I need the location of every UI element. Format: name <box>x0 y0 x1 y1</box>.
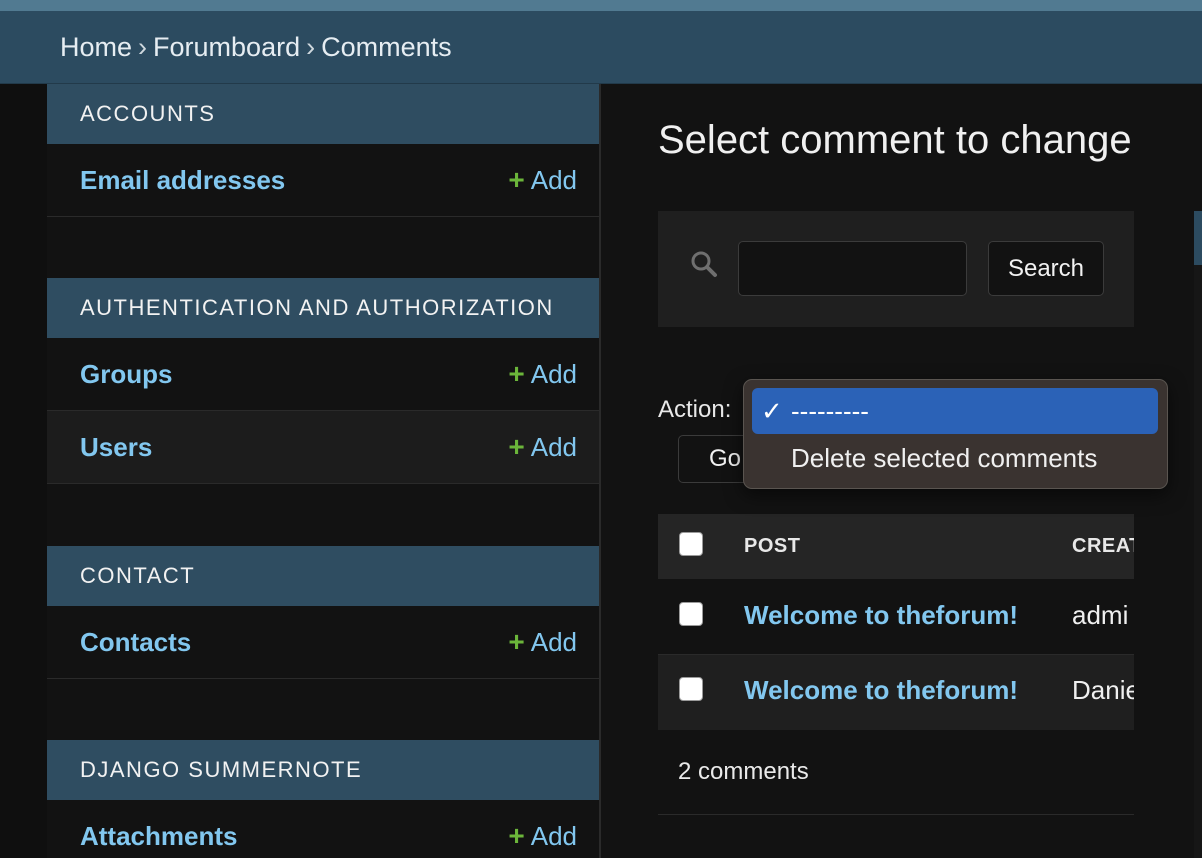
breadcrumb-forumboard[interactable]: Forumboard <box>153 32 300 62</box>
breadcrumb-separator: › <box>138 32 148 62</box>
row-checkbox[interactable] <box>679 677 703 701</box>
sidebar-nav: ACCOUNTS Email addresses + Add AUTHENTICA… <box>47 84 601 858</box>
module-header[interactable]: AUTHENTICATION AND AUTHORIZATION <box>47 278 599 338</box>
module-authentication: AUTHENTICATION AND AUTHORIZATION Groups … <box>47 278 599 484</box>
plus-icon: + <box>508 164 525 195</box>
created-cell: Danie <box>1072 675 1134 705</box>
add-label: Add <box>530 821 577 851</box>
add-contact-link[interactable]: + Add <box>508 606 577 678</box>
module-header[interactable]: ACCOUNTS <box>47 84 599 144</box>
plus-icon: + <box>508 358 525 389</box>
module-header[interactable]: CONTACT <box>47 546 599 606</box>
action-option-label: Delete selected comments <box>791 443 1098 473</box>
breadcrumb: Home › Forumboard › Comments <box>0 11 1202 84</box>
column-header-post[interactable]: POST <box>744 514 800 579</box>
sidebar-item-label[interactable]: Users <box>80 411 152 483</box>
action-option-blank[interactable]: ✓ --------- <box>752 388 1158 434</box>
add-user-link[interactable]: + Add <box>508 411 577 483</box>
sidebar-item-email-addresses: Email addresses + Add <box>47 144 599 217</box>
created-cell: admi <box>1072 600 1129 630</box>
checkmark-icon: ✓ <box>761 396 783 426</box>
row-checkbox[interactable] <box>679 602 703 626</box>
sidebar-item-contacts: Contacts + Add <box>47 606 599 679</box>
sidebar-item-label[interactable]: Email addresses <box>80 144 285 216</box>
action-option-delete[interactable]: Delete selected comments <box>752 435 1158 481</box>
top-strip <box>0 0 1202 11</box>
table-header: POST CREAT <box>658 514 1134 579</box>
add-email-address-link[interactable]: + Add <box>508 144 577 216</box>
breadcrumb-home[interactable]: Home <box>60 32 132 62</box>
sidebar-toggle-gutter[interactable] <box>0 84 48 858</box>
table-row: Welcome to theforum! admi <box>658 579 1134 655</box>
column-header-created[interactable]: CREAT <box>1072 514 1134 579</box>
plus-icon: + <box>508 626 525 657</box>
search-icon <box>690 250 718 278</box>
add-label: Add <box>530 165 577 195</box>
page-title: Select comment to change <box>658 118 1132 162</box>
module-django-summernote: DJANGO SUMMERNOTE Attachments + Add <box>47 740 599 858</box>
right-panel-edge <box>1194 265 1202 858</box>
table-row: Welcome to theforum! Danie <box>658 655 1134 730</box>
post-link[interactable]: Welcome to theforum! <box>744 675 1018 706</box>
breadcrumb-current: Comments <box>321 32 452 62</box>
add-label: Add <box>530 627 577 657</box>
action-label: Action: <box>658 396 732 423</box>
plus-icon: + <box>508 431 525 462</box>
module-contact: CONTACT Contacts + Add <box>47 546 599 679</box>
sidebar-item-label[interactable]: Attachments <box>80 800 237 858</box>
divider <box>658 814 1134 815</box>
add-attachment-link[interactable]: + Add <box>508 800 577 858</box>
result-count: 2 comments <box>678 758 809 785</box>
module-header[interactable]: DJANGO SUMMERNOTE <box>47 740 599 800</box>
action-option-label: --------- <box>791 396 869 426</box>
post-link[interactable]: Welcome to theforum! <box>744 600 1018 631</box>
sidebar-item-groups: Groups + Add <box>47 338 599 411</box>
add-group-link[interactable]: + Add <box>508 338 577 410</box>
sidebar-item-label[interactable]: Contacts <box>80 606 191 678</box>
right-panel-edge <box>1194 211 1202 265</box>
add-label: Add <box>530 359 577 389</box>
results-table: POST CREAT Welcome to theforum! admi Wel… <box>658 514 1134 730</box>
search-button[interactable]: Search <box>988 241 1104 296</box>
breadcrumb-separator: › <box>306 32 316 62</box>
module-accounts: ACCOUNTS Email addresses + Add <box>47 84 599 217</box>
add-label: Add <box>530 432 577 462</box>
search-input[interactable] <box>738 241 967 296</box>
sidebar-item-label[interactable]: Groups <box>80 338 172 410</box>
sidebar-item-users: Users + Add <box>47 411 599 484</box>
plus-icon: + <box>508 820 525 851</box>
sidebar-item-attachments: Attachments + Add <box>47 800 599 858</box>
select-all-checkbox[interactable] <box>679 532 703 556</box>
action-dropdown-menu[interactable]: ✓ --------- Delete selected comments <box>743 379 1168 489</box>
